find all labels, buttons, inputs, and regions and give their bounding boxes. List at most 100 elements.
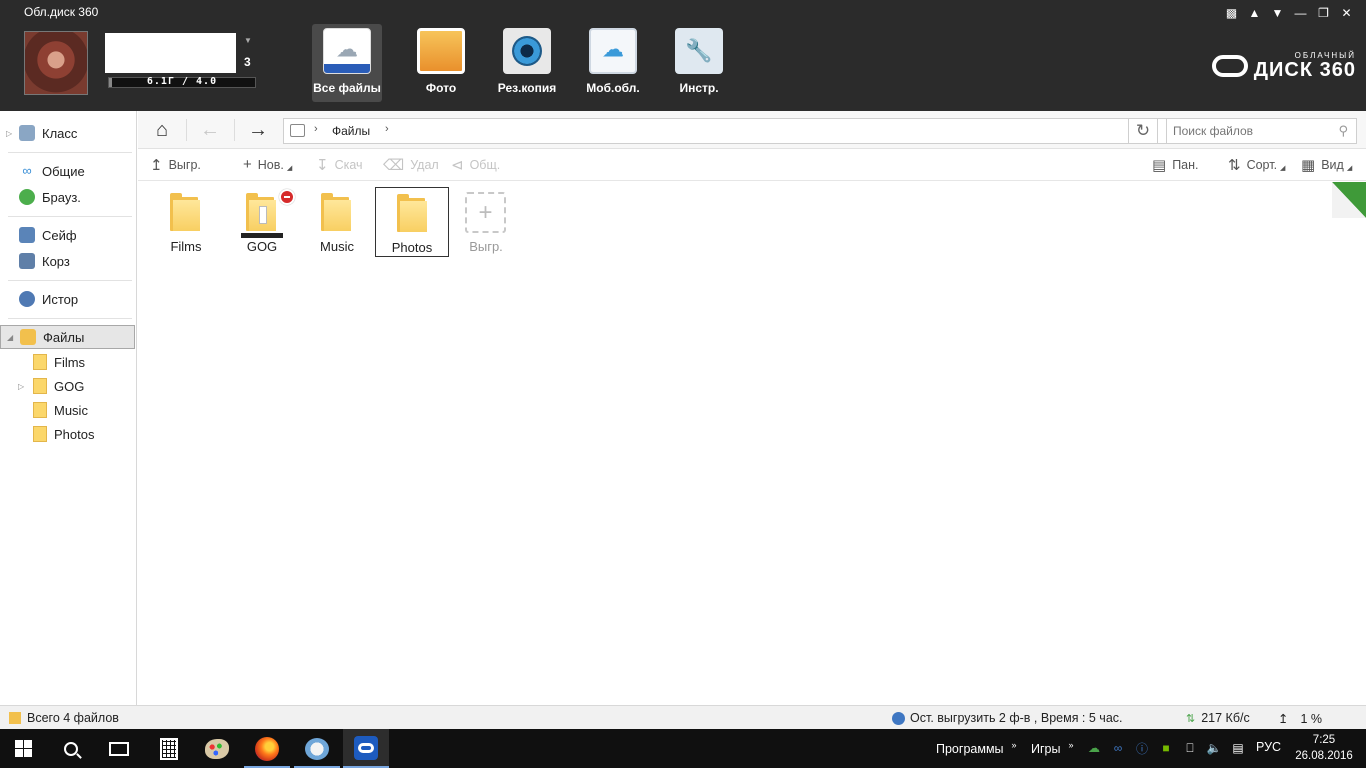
no-sync-badge-icon	[279, 189, 295, 205]
tab-all-files[interactable]: ☁ Все файлы	[312, 24, 382, 102]
plus-icon: +	[465, 192, 506, 233]
share-icon: ∞	[22, 163, 32, 178]
back-arrow-icon[interactable]: ←	[197, 117, 223, 143]
divider	[8, 280, 132, 281]
divider	[8, 216, 132, 217]
mail-button[interactable]	[294, 729, 340, 768]
page-corner-icon[interactable]	[1332, 182, 1366, 218]
sidebar-item-safe[interactable]: Сейф	[0, 223, 135, 247]
file-tile-films[interactable]: Films	[149, 187, 223, 257]
sidebar-item-label: Брауз.	[42, 189, 81, 205]
menu-icon[interactable]: ▼	[1266, 3, 1289, 23]
folder-icon	[33, 426, 47, 442]
upload-button[interactable]: ↥ Выгр.	[150, 156, 201, 174]
file-name: Photos	[391, 240, 433, 255]
tab-mobile-cloud[interactable]: ☁ Моб.обл.	[570, 24, 656, 102]
feedback-icon[interactable]: ▩	[1220, 3, 1243, 23]
dropdown-corner-icon: ◢	[1346, 165, 1353, 172]
sidebar-folder-photos[interactable]: Photos	[0, 422, 135, 446]
sidebar-item-history[interactable]: Истор	[0, 287, 135, 311]
task-view-button[interactable]	[96, 729, 142, 768]
history-icon	[19, 291, 35, 307]
sidebar-folder-music[interactable]: Music	[0, 398, 135, 422]
tab-label: Фото	[425, 81, 457, 95]
calculator-button[interactable]	[146, 729, 192, 768]
sidebar-folder-label: Films	[54, 354, 86, 370]
expand-arrow-icon[interactable]: ▷	[18, 382, 24, 391]
delete-button[interactable]: ⌫ Удал	[383, 156, 439, 174]
breadcrumb-files[interactable]: Файлы	[332, 124, 370, 138]
start-button[interactable]	[0, 729, 46, 768]
search-icon[interactable]: ⚲	[1338, 123, 1348, 139]
close-icon[interactable]: ✕	[1335, 3, 1358, 23]
disk360-tray-icon[interactable]: ∞	[1110, 740, 1126, 756]
nvidia-icon[interactable]: ■	[1158, 740, 1174, 756]
clock[interactable]: 7:25 26.08.2016	[1294, 732, 1354, 764]
avatar[interactable]	[24, 31, 88, 95]
search-button[interactable]	[48, 729, 94, 768]
expand-arrow-icon[interactable]: ▷	[6, 129, 12, 138]
breadcrumb[interactable]: › Файлы › ⌄	[283, 118, 1265, 144]
download-button[interactable]: ↧ Скач	[316, 156, 363, 174]
tab-backup[interactable]: Рез.копия	[484, 24, 570, 102]
sidebar-item-class[interactable]: ▷ Класс	[0, 121, 135, 145]
delete-label: Удал	[410, 158, 439, 172]
tab-label: Рез.копия	[497, 81, 557, 95]
sidebar-item-browser[interactable]: Брауз.	[0, 185, 135, 209]
firefox-button[interactable]	[244, 729, 290, 768]
chevron-down-icon[interactable]: ▼	[244, 36, 252, 45]
file-tile-music[interactable]: Music	[300, 187, 374, 257]
drive-icon[interactable]	[290, 124, 305, 137]
network-icon[interactable]: ⎕	[1182, 740, 1198, 756]
action-center-icon[interactable]: ▤	[1230, 740, 1246, 756]
toolbar-games[interactable]: Игры»	[1031, 740, 1074, 756]
divider	[186, 119, 187, 141]
maximize-icon[interactable]: ❐	[1312, 3, 1335, 23]
upload-label: Выгр.	[168, 158, 201, 172]
toolbar-programs[interactable]: Программы»	[936, 740, 1017, 756]
share-button[interactable]: ⊲ Общ.	[451, 156, 500, 174]
view-label: Вид	[1321, 158, 1344, 172]
panel-icon: ▤	[1152, 157, 1167, 174]
username-field[interactable]	[105, 33, 236, 73]
app-title: Обл.диск 360	[24, 5, 99, 19]
upload-tile[interactable]: + Выгр.	[449, 187, 523, 257]
status-percent: ↥ 1 %	[1278, 711, 1322, 727]
file-tile-gog[interactable]: GOG	[225, 187, 299, 257]
start-icon	[14, 740, 32, 757]
skin-icon[interactable]: ▲	[1243, 3, 1266, 23]
paint-button[interactable]	[194, 729, 240, 768]
firefox-icon	[255, 736, 279, 761]
volume-icon[interactable]: 🔈	[1206, 740, 1222, 756]
divider	[234, 119, 235, 141]
disk360-button[interactable]	[343, 729, 389, 768]
sidebar-item-trash[interactable]: Корз	[0, 249, 135, 273]
browser-icon	[19, 189, 35, 205]
refresh-button[interactable]: ↻	[1128, 118, 1158, 144]
sidebar-item-files[interactable]: ◢ Файлы	[0, 325, 135, 349]
sidebar-folder-films[interactable]: Films	[0, 350, 135, 374]
app-header: Обл.диск 360 ▩ ▲ ▼ — ❐ ✕ ▼ 3 6.1Г / 4.0 …	[0, 0, 1366, 111]
home-icon[interactable]: ⌂	[149, 117, 175, 143]
status-upload[interactable]: Ост. выгрузить 2 ф-в , Время : 5 час.	[892, 711, 1123, 725]
collapse-arrow-icon[interactable]: ◢	[7, 333, 13, 342]
panel-button[interactable]: ▤ Пан.	[1152, 156, 1199, 174]
sidebar-folder-gog[interactable]: ▷ GOG	[0, 374, 135, 398]
tab-tools[interactable]: 🔧 Инстр.	[656, 24, 742, 102]
dropdown-corner-icon: ◢	[1280, 165, 1286, 172]
sort-button[interactable]: ⇅ Сорт. ◢	[1228, 156, 1285, 174]
upload-queue-icon[interactable]: ↥	[1278, 711, 1288, 726]
language-indicator[interactable]: РУС	[1256, 740, 1281, 754]
tab-label: Все файлы	[313, 81, 381, 95]
sidebar-item-shared[interactable]: ∞ Общие	[0, 159, 135, 183]
tab-photo[interactable]: Фото	[398, 24, 484, 102]
minimize-icon[interactable]: —	[1289, 3, 1312, 23]
view-button[interactable]: ▦ Вид ◢	[1301, 156, 1352, 174]
file-tile-photos[interactable]: Photos	[375, 187, 449, 257]
network-share-icon[interactable]: ☁	[1086, 740, 1102, 756]
new-button[interactable]: + Нов. ◢	[243, 156, 292, 173]
chevron-right-icon[interactable]: ›	[385, 123, 389, 135]
search-input[interactable]	[1173, 123, 1333, 139]
info-icon[interactable]: ⓘ	[1134, 740, 1150, 756]
forward-arrow-icon[interactable]: →	[245, 117, 271, 143]
